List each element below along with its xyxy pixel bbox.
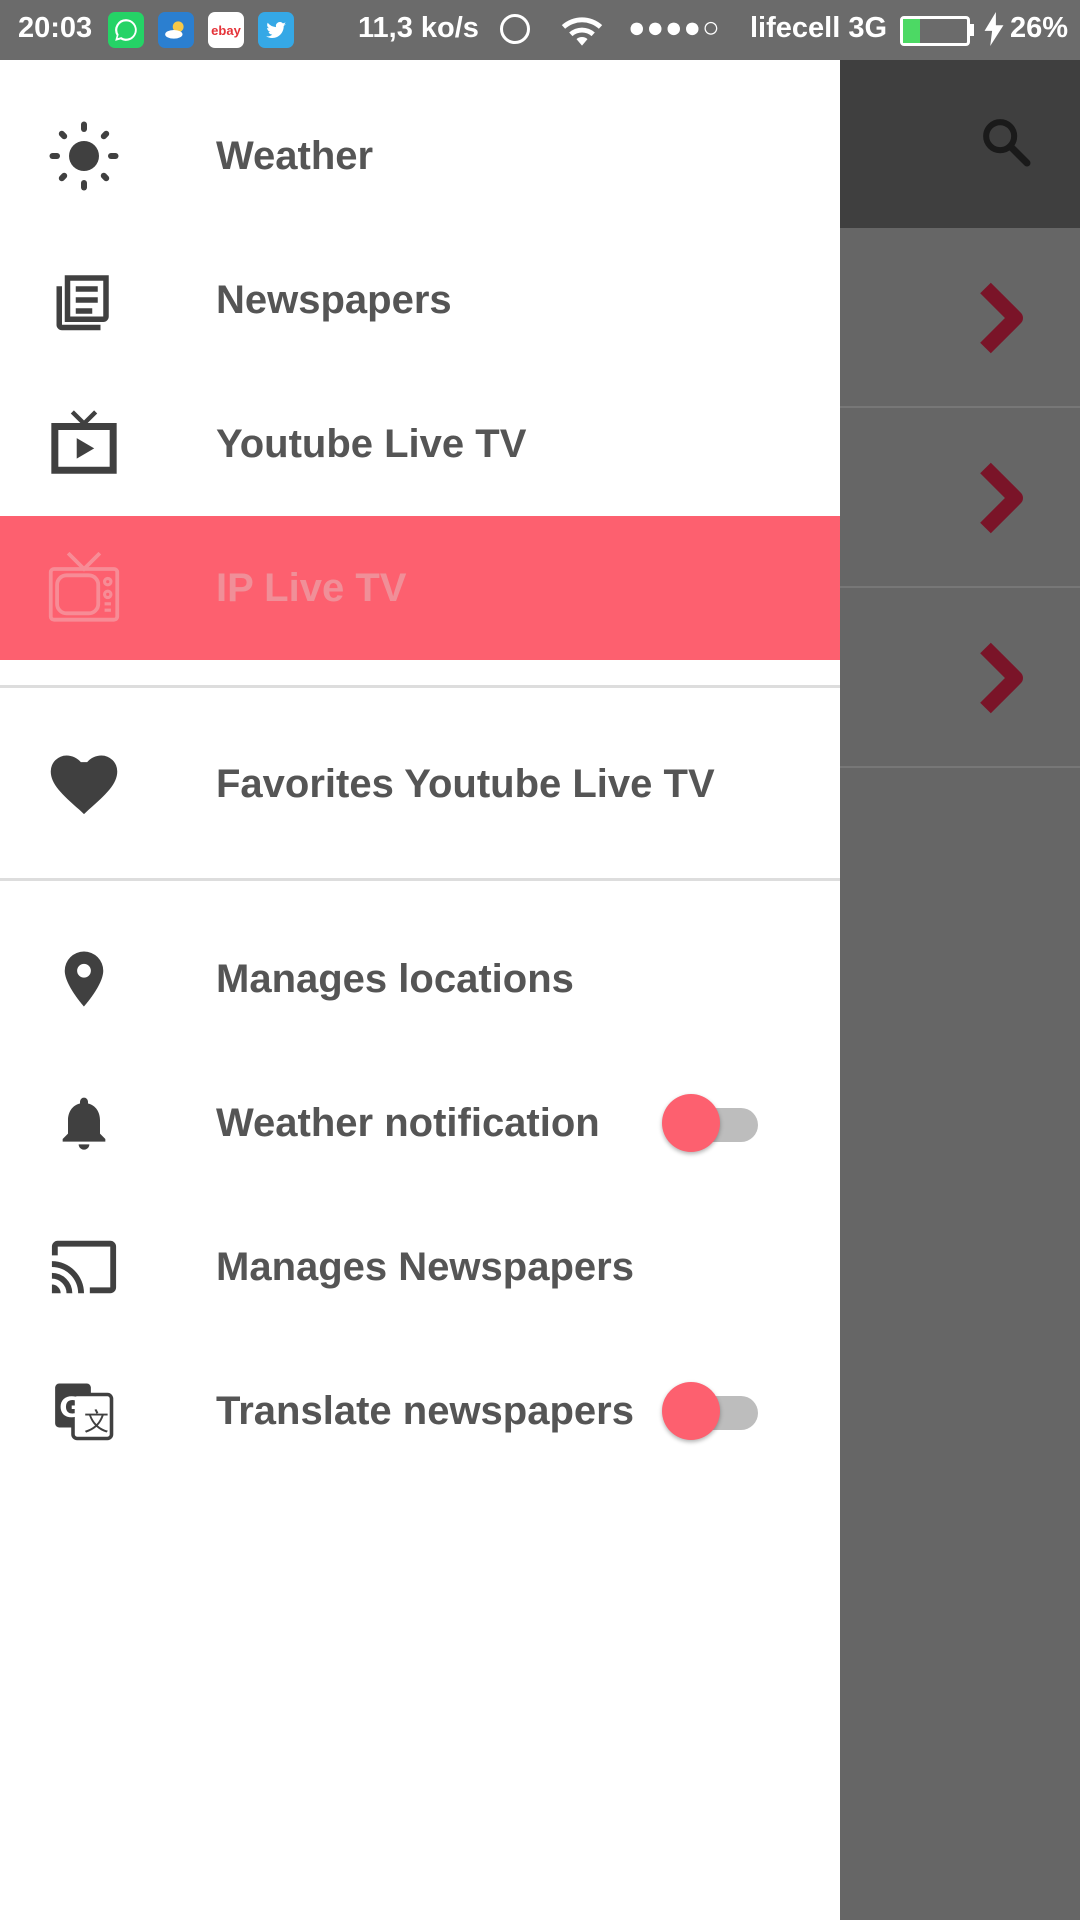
- drawer-item-label: IP Live TV: [216, 565, 407, 610]
- toggle-thumb: [662, 1382, 720, 1440]
- drawer-item-weather[interactable]: Weather: [0, 84, 840, 228]
- whatsapp-icon: [108, 12, 144, 48]
- cast-icon: [46, 1229, 122, 1305]
- list-item[interactable]: [840, 588, 1080, 768]
- svg-text:文: 文: [84, 1407, 109, 1436]
- drawer-item-label: Youtube Live TV: [216, 421, 527, 466]
- drawer-item-label: Favorites Youtube Live TV: [216, 761, 715, 806]
- signal-strength: ●●●●○: [628, 12, 721, 44]
- drawer-item-manages-locations[interactable]: Manages locations: [0, 907, 840, 1051]
- twitter-icon: [258, 12, 294, 48]
- battery-percent: 26%: [1010, 12, 1069, 44]
- charging-icon: [984, 12, 1004, 54]
- live-tv-icon: [46, 406, 122, 482]
- sun-icon: [46, 118, 122, 194]
- heart-icon: [46, 746, 122, 822]
- drawer-item-newspapers[interactable]: Newspapers: [0, 228, 840, 372]
- toggle-thumb: [662, 1094, 720, 1152]
- drawer-item-label: Manages Newspapers: [216, 1244, 634, 1289]
- battery-tip: [970, 24, 974, 36]
- drawer-item-manages-newspapers[interactable]: Manages Newspapers: [0, 1195, 840, 1339]
- list-item[interactable]: [840, 408, 1080, 588]
- drawer-item-ip-live-tv[interactable]: IP Live TV: [0, 516, 840, 660]
- svg-text:G: G: [59, 1392, 82, 1424]
- drawer-item-youtube-live-tv[interactable]: Youtube Live TV: [0, 372, 840, 516]
- status-time: 20:03: [18, 12, 93, 44]
- notification-app-icons: ebay: [108, 12, 294, 48]
- carrier-name: lifecell 3G: [750, 12, 888, 44]
- newspaper-icon: [46, 262, 122, 338]
- weather-notification-toggle[interactable]: [662, 1092, 758, 1154]
- bell-icon: [46, 1085, 122, 1161]
- chevron-right-icon: [980, 462, 1023, 534]
- app-toolbar: [840, 60, 1080, 228]
- drawer-item-translate-newspapers[interactable]: G文 Translate newspapers: [0, 1339, 840, 1483]
- alarm-icon: [500, 14, 530, 44]
- chevron-right-icon: [980, 282, 1023, 354]
- ebay-icon: ebay: [208, 12, 244, 48]
- drawer-divider: [0, 878, 840, 881]
- translate-icon: G文: [46, 1373, 122, 1449]
- drawer-item-weather-notification[interactable]: Weather notification: [0, 1051, 840, 1195]
- status-bar: 20:03 ebay 11,3 ko/s ●●●●○ lifecell 3G 2…: [0, 0, 1080, 60]
- drawer-divider: [0, 685, 840, 688]
- search-icon[interactable]: [978, 114, 1034, 170]
- drawer-item-label: Manages locations: [216, 956, 574, 1001]
- list-item[interactable]: [840, 228, 1080, 408]
- drawer-item-label: Weather notification: [216, 1100, 600, 1145]
- drawer-item-label: Translate newspapers: [216, 1388, 634, 1433]
- wifi-icon: [560, 12, 604, 58]
- weather-app-icon: [158, 12, 194, 48]
- tv-icon: [46, 550, 122, 626]
- battery-icon: [900, 16, 970, 46]
- translate-newspapers-toggle[interactable]: [662, 1380, 758, 1442]
- location-pin-icon: [46, 941, 122, 1017]
- drawer-item-label: Newspapers: [216, 277, 452, 322]
- navigation-drawer: Weather Newspapers Youtube Live TV IP Li…: [0, 60, 840, 1920]
- drawer-item-favorites-youtube-live-tv[interactable]: Favorites Youtube Live TV: [0, 712, 840, 856]
- chevron-right-icon: [980, 642, 1023, 714]
- drawer-item-label: Weather: [216, 133, 374, 178]
- network-speed: 11,3 ko/s: [358, 12, 479, 44]
